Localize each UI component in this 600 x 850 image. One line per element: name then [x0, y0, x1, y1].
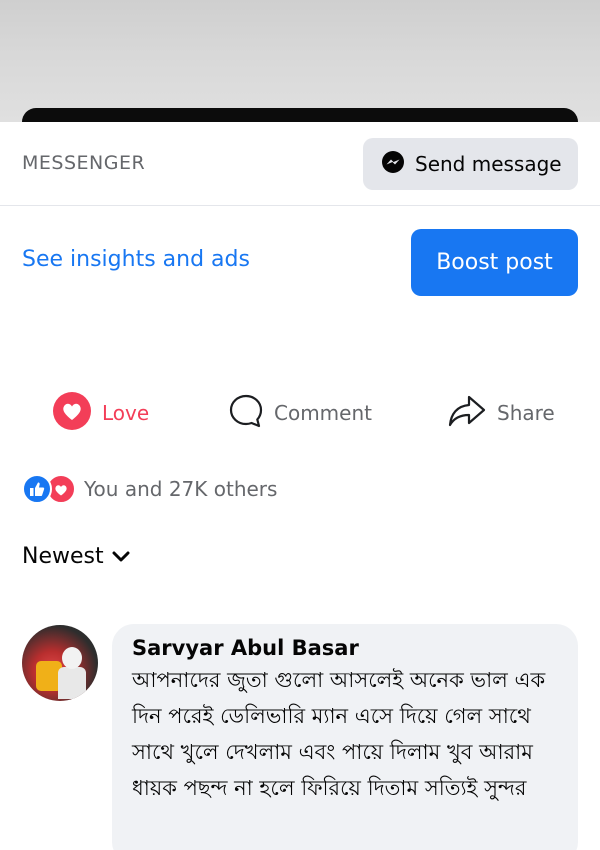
- comment-text: আপনাদের জুতা গুলো আসলেই অনেক ভাল এক দিন …: [132, 668, 546, 800]
- reactions-count: You and 27K others: [84, 477, 278, 501]
- comment-bubble[interactable]: Sarvyar Abul Basar আপনাদের জুতা গুলো আসল…: [112, 624, 578, 850]
- share-arrow-icon: [447, 393, 487, 433]
- share-label: Share: [497, 401, 555, 425]
- messenger-label: MESSENGER: [22, 152, 146, 174]
- comment-author[interactable]: Sarvyar Abul Basar: [132, 636, 558, 660]
- messenger-bar: MESSENGER Send message: [0, 122, 600, 206]
- love-label: Love: [102, 401, 150, 425]
- image-bottom-edge: [22, 108, 578, 122]
- heart-icon: [52, 391, 92, 435]
- comment-button[interactable]: Comment: [228, 385, 372, 441]
- send-message-button[interactable]: Send message: [363, 138, 578, 190]
- insights-row: See insights and ads Boost post: [0, 207, 600, 317]
- comment-item: Sarvyar Abul Basar আপনাদের জুতা গুলো আসল…: [22, 622, 600, 850]
- comments-sort-dropdown[interactable]: Newest: [22, 544, 130, 569]
- post-image[interactable]: [0, 0, 600, 122]
- send-message-label: Send message: [415, 152, 562, 176]
- comment-label: Comment: [274, 401, 372, 425]
- share-button[interactable]: Share: [447, 385, 555, 441]
- like-icon: [22, 474, 52, 504]
- see-insights-link[interactable]: See insights and ads: [22, 247, 250, 272]
- post-actions: Love Comment Share: [0, 385, 600, 441]
- comment-bubble-icon: [228, 393, 264, 433]
- reactions-summary[interactable]: You and 27K others: [22, 472, 277, 506]
- boost-post-button[interactable]: Boost post: [411, 229, 578, 296]
- avatar[interactable]: [22, 625, 98, 701]
- messenger-icon: [381, 150, 405, 178]
- chevron-down-icon: [112, 551, 130, 563]
- sort-label: Newest: [22, 544, 104, 569]
- love-button[interactable]: Love: [52, 385, 149, 441]
